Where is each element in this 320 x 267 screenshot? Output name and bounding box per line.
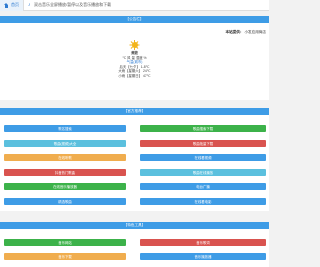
webmaster-info: 本站提供： 小发应用商店: [225, 30, 266, 35]
notice-ticker[interactable]: ♪ 双击音乐全屏播放/暂停以及音乐播放和下载: [24, 2, 111, 8]
link-button-right-2[interactable]: 音乐播放器: [140, 252, 266, 260]
link-button-left-1[interactable]: 音乐网站: [4, 239, 126, 246]
featured-tools-title: 【特色工具】: [123, 223, 146, 227]
webmaster-value: 小发应用商店: [244, 30, 266, 34]
link-button-left-5[interactable]: 在线音乐播放器: [4, 183, 126, 190]
music-note-icon: ♪: [28, 2, 31, 8]
link-button-left-3[interactable]: 在线听歌: [4, 154, 126, 161]
webmaster-label: 本站提供：: [225, 30, 244, 34]
announcement-header: 【公告栏】: [0, 16, 269, 23]
link-button-right-4[interactable]: 歌曲在线播放: [140, 168, 266, 176]
home-label: 首页: [11, 2, 19, 7]
link-button-right-1[interactable]: 音乐歌词: [140, 239, 266, 246]
link-button-right-3[interactable]: 在线看视频: [140, 154, 266, 161]
forecast-day-3: 小雨【星期日】 47℃: [118, 73, 151, 78]
announcement-title: 【公告栏】: [125, 17, 144, 21]
link-button-left-2[interactable]: 音乐下载: [4, 252, 126, 260]
home-tab[interactable]: 首页: [0, 0, 24, 11]
link-button-left-6[interactable]: 精选歌曲: [4, 197, 126, 205]
featured-tools-header: 【特色工具】: [0, 222, 269, 229]
link-button-right-5[interactable]: 电台广播: [140, 183, 266, 190]
link-button-right-1[interactable]: 歌曲搜索下载: [140, 125, 266, 132]
link-button-right-2[interactable]: 歌曲批量下载: [140, 139, 266, 147]
home-icon: [4, 2, 9, 8]
top-bar: 首页 ♪ 双击音乐全屏播放/暂停以及音乐播放和下载: [0, 0, 269, 11]
recommended-panel: 【官方推荐】 歌名搜索歌曲(视频)大全 在线听歌抖音热门歌曲 在线音乐播放器 精选歌曲…: [0, 108, 269, 211]
sun-icon: [129, 40, 140, 50]
link-button-left-2[interactable]: 歌曲(视频)大全: [4, 139, 126, 147]
recommended-header: 【官方推荐】: [0, 108, 269, 115]
weather-widget: 黄陂 ℃ 风 量 湿度 % 气温(城市) 后天【七夕】 1-8℃ 大雨【星期六】…: [0, 40, 269, 79]
announcement-panel: 【公告栏】 本站提供： 小发应用商店 黄陂 ℃ 风 量 湿度 % 气温(城市) …: [0, 16, 269, 100]
ticker-text: 双击音乐全屏播放/暂停以及音乐播放和下载: [34, 2, 112, 7]
link-button-left-4[interactable]: 抖音热门歌曲: [4, 168, 126, 176]
recommended-title: 【官方推荐】: [123, 109, 146, 113]
link-button-right-6[interactable]: 在线看电影: [140, 197, 266, 205]
featured-tools-panel: 【特色工具】 音乐网站音乐下载 音乐歌词音乐播放器: [0, 222, 269, 267]
link-button-left-1[interactable]: 歌名搜索: [4, 125, 126, 132]
